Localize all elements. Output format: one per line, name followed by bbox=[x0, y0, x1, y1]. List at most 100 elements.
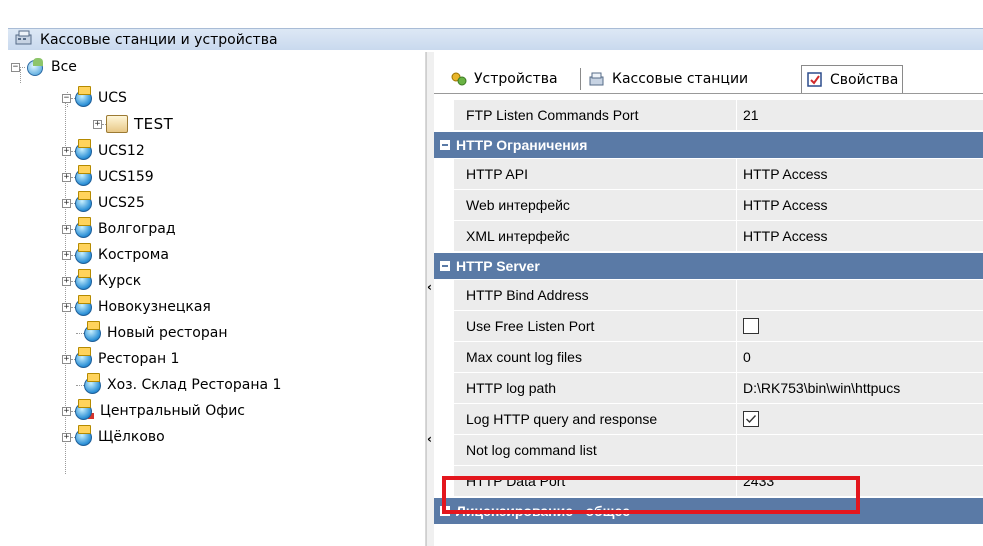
property-name: Not log command list bbox=[454, 435, 737, 466]
collapse-left-icon[interactable]: ‹ bbox=[427, 432, 432, 446]
use-free-listen-port-checkbox[interactable] bbox=[743, 318, 759, 334]
stations-tree[interactable]: − Все − UCS + TEST + UCS12 + UCS159 + UC… bbox=[8, 52, 426, 546]
server-icon bbox=[75, 216, 92, 238]
server-icon bbox=[75, 268, 92, 290]
tree-node-label: Волгоград bbox=[98, 221, 176, 237]
expand-icon[interactable]: + bbox=[62, 354, 71, 364]
category-header[interactable]: HTTP Ограничения bbox=[434, 132, 983, 158]
collapse-icon[interactable]: − bbox=[11, 62, 20, 72]
tree-node-ucs12[interactable]: + UCS12 bbox=[62, 138, 145, 162]
server-icon bbox=[75, 398, 92, 420]
window-title: Кассовые станции и устройства bbox=[40, 31, 278, 48]
tree-node-label: UCS bbox=[98, 90, 127, 106]
log-http-query-checkbox[interactable] bbox=[743, 411, 759, 427]
property-row[interactable]: Use Free Listen Port bbox=[434, 311, 983, 342]
server-icon bbox=[75, 85, 92, 107]
tab-devices[interactable]: Устройства bbox=[446, 66, 562, 92]
devices-icon bbox=[450, 70, 468, 88]
tree-node-kursk[interactable]: + Курск bbox=[62, 268, 142, 292]
property-row[interactable]: HTTP API HTTP Access bbox=[434, 159, 983, 190]
tree-node-label: Кострома bbox=[98, 247, 169, 263]
expand-icon[interactable]: + bbox=[62, 146, 71, 156]
property-value bbox=[737, 311, 983, 342]
expand-icon[interactable]: + bbox=[62, 276, 71, 286]
property-row[interactable]: XML интерфейс HTTP Access bbox=[434, 221, 983, 252]
collapse-left-icon[interactable]: ‹ bbox=[427, 280, 432, 294]
tree-node-central-office[interactable]: + Центральный Офис bbox=[62, 398, 245, 422]
network-root-icon bbox=[25, 58, 45, 76]
property-value bbox=[737, 404, 983, 435]
tree-node-ucs[interactable]: − UCS bbox=[62, 85, 127, 109]
tree-node-label: Все bbox=[51, 59, 77, 75]
property-name: Use Free Listen Port bbox=[454, 311, 737, 342]
property-row[interactable]: Log HTTP query and response bbox=[434, 404, 983, 435]
details-panel: Устройства Кассовые станции Свойства FTP… bbox=[434, 52, 983, 546]
server-icon bbox=[84, 372, 101, 394]
collapse-icon[interactable] bbox=[440, 261, 450, 271]
property-value[interactable]: HTTP Access bbox=[737, 221, 983, 252]
server-icon bbox=[75, 164, 92, 186]
tree-node-label: Новый ресторан bbox=[107, 325, 228, 341]
property-value[interactable]: HTTP Access bbox=[737, 190, 983, 221]
expand-icon[interactable]: + bbox=[62, 224, 71, 234]
server-icon bbox=[75, 190, 92, 212]
tree-node-label: UCS25 bbox=[98, 195, 145, 211]
tree-node-hoz-sklad[interactable]: Хоз. Склад Ресторана 1 bbox=[76, 372, 281, 396]
tree-node-label: Центральный Офис bbox=[100, 403, 245, 419]
expand-icon[interactable]: + bbox=[93, 119, 102, 129]
tree-node-label: Курск bbox=[98, 273, 142, 289]
tree-node-test[interactable]: + TEST bbox=[93, 113, 173, 135]
expand-icon[interactable]: + bbox=[62, 250, 71, 260]
property-row[interactable]: Max count log files 0 bbox=[434, 342, 983, 373]
property-value[interactable]: 21 bbox=[737, 100, 983, 131]
tab-cash-stations[interactable]: Кассовые станции bbox=[584, 66, 752, 92]
tree-node-novy-restoran[interactable]: Новый ресторан bbox=[76, 320, 228, 344]
property-name: Max count log files bbox=[454, 342, 737, 373]
expand-icon[interactable]: + bbox=[62, 406, 71, 416]
tab-properties[interactable]: Свойства bbox=[801, 65, 904, 93]
expand-icon[interactable]: + bbox=[62, 172, 71, 182]
tree-node-root[interactable]: − Все bbox=[11, 56, 77, 78]
expand-icon[interactable]: + bbox=[62, 302, 71, 312]
expand-icon[interactable]: + bbox=[62, 432, 71, 442]
property-row[interactable]: FTP Listen Commands Port 21 bbox=[434, 100, 983, 131]
property-row[interactable]: HTTP Bind Address bbox=[434, 280, 983, 311]
server-icon bbox=[75, 294, 92, 316]
property-value[interactable] bbox=[737, 280, 983, 311]
property-value[interactable]: HTTP Access bbox=[737, 159, 983, 190]
property-name: XML интерфейс bbox=[454, 221, 737, 252]
property-value[interactable]: 0 bbox=[737, 342, 983, 373]
server-icon bbox=[75, 138, 92, 160]
tree-node-ucs159[interactable]: + UCS159 bbox=[62, 164, 154, 188]
property-row[interactable]: Web интерфейс HTTP Access bbox=[434, 190, 983, 221]
property-name: HTTP log path bbox=[454, 373, 737, 404]
tree-node-label: UCS159 bbox=[98, 169, 154, 185]
property-value[interactable] bbox=[737, 435, 983, 466]
tree-node-kostroma[interactable]: + Кострома bbox=[62, 242, 169, 266]
tree-node-label: Щёлково bbox=[98, 429, 165, 445]
collapse-icon[interactable]: − bbox=[62, 93, 71, 103]
property-value[interactable]: D:\RK753\bin\win\httpucs bbox=[737, 373, 983, 404]
collapse-icon[interactable] bbox=[440, 140, 450, 150]
tree-node-novokuznetskaya[interactable]: + Новокузнецкая bbox=[62, 294, 211, 318]
properties-icon bbox=[806, 71, 824, 89]
server-icon bbox=[75, 242, 92, 264]
server-icon bbox=[75, 424, 92, 446]
server-icon bbox=[84, 320, 101, 342]
tab-separator bbox=[580, 68, 581, 90]
panel-splitter[interactable]: ‹ ‹ bbox=[426, 52, 434, 546]
tree-node-volgograd[interactable]: + Волгоград bbox=[62, 216, 176, 240]
tree-node-restoran-1[interactable]: + Ресторан 1 bbox=[62, 346, 180, 370]
tree-node-label: Ресторан 1 bbox=[98, 351, 180, 367]
checkmark-icon bbox=[746, 415, 757, 424]
category-header[interactable]: HTTP Server bbox=[434, 253, 983, 279]
cash-register-icon bbox=[14, 29, 34, 51]
cash-station-icon bbox=[106, 115, 128, 133]
window-titlebar: Кассовые станции и устройства bbox=[0, 0, 983, 52]
tree-node-shchelkovo[interactable]: + Щёлково bbox=[62, 424, 165, 448]
expand-icon[interactable]: + bbox=[62, 198, 71, 208]
property-name: HTTP Bind Address bbox=[454, 280, 737, 311]
tree-node-ucs25[interactable]: + UCS25 bbox=[62, 190, 145, 214]
property-row[interactable]: HTTP log path D:\RK753\bin\win\httpucs bbox=[434, 373, 983, 404]
property-row[interactable]: Not log command list bbox=[434, 435, 983, 466]
